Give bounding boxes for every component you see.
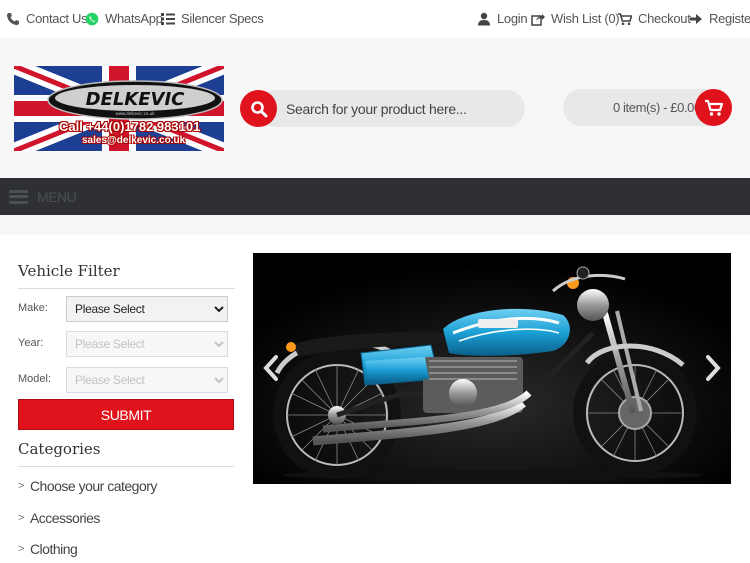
silencer-specs-label: Silencer Specs xyxy=(181,11,264,26)
category-label: Clothing xyxy=(29,541,78,557)
motorcycle-image xyxy=(253,253,731,484)
whatsapp-link[interactable]: WhatsApp xyxy=(85,11,163,26)
register-label: Register xyxy=(709,11,750,26)
share-icon xyxy=(531,13,545,26)
delkevic-logo[interactable]: DELKEVIC www.delkevic.co.uk Call +44(0)1… xyxy=(14,66,224,151)
checkout-label: Checkout xyxy=(638,11,691,26)
whatsapp-icon xyxy=(85,12,99,25)
register-link[interactable]: Register xyxy=(689,11,750,26)
silencer-specs-link[interactable]: Silencer Specs xyxy=(161,11,264,26)
menu-toggle[interactable]: MENU xyxy=(0,178,750,215)
shopping-cart-icon xyxy=(704,99,723,116)
hamburger-icon xyxy=(9,189,28,204)
chevron-right-icon: > xyxy=(18,480,24,492)
slider-next-arrow-icon[interactable] xyxy=(701,353,725,383)
model-select[interactable]: Please Select xyxy=(66,367,228,393)
category-item[interactable]: > Accessories xyxy=(18,510,100,526)
login-link[interactable]: Login xyxy=(477,11,528,26)
category-label: Choose your category xyxy=(29,478,157,494)
user-icon xyxy=(478,12,490,25)
cart-button[interactable] xyxy=(695,89,732,126)
search-icon xyxy=(250,100,267,117)
arrow-right-icon xyxy=(690,13,702,24)
category-item[interactable]: > Clothing xyxy=(18,541,78,557)
year-select[interactable]: Please Select xyxy=(66,331,228,357)
list-icon xyxy=(161,12,175,25)
model-label: Model: xyxy=(18,373,52,385)
contact-label: Contact Us xyxy=(26,11,88,26)
delkevic-badge: DELKEVIC www.delkevic.co.uk xyxy=(47,80,223,120)
checkout-link[interactable]: Checkout xyxy=(618,11,691,26)
category-label: Accessories xyxy=(29,510,100,526)
site-header: DELKEVIC www.delkevic.co.uk Call +44(0)1… xyxy=(0,38,750,178)
logo-phone: Call +44(0)1782 983101 xyxy=(59,119,201,134)
contact-link[interactable]: Contact Us xyxy=(6,11,88,26)
logo-tagline: www.delkevic.co.uk xyxy=(115,111,155,116)
search-input[interactable] xyxy=(258,90,525,127)
sidebar: Vehicle Filter Make: Please Select Year:… xyxy=(18,262,235,557)
chevron-right-icon: > xyxy=(18,543,24,555)
make-label: Make: xyxy=(18,302,48,314)
logo-email: sales@delkevic.co.uk xyxy=(82,135,186,146)
menu-label: MENU xyxy=(37,188,77,205)
slider-prev-arrow-icon[interactable] xyxy=(259,353,283,383)
wishlist-link[interactable]: Wish List (0) xyxy=(531,11,620,26)
cart-summary-text: 0 item(s) - £0.00 xyxy=(613,100,701,115)
year-label: Year: xyxy=(18,337,44,349)
logo-brand: DELKEVIC xyxy=(86,89,186,110)
make-select[interactable]: Please Select xyxy=(66,296,228,322)
phone-icon xyxy=(7,12,19,25)
submit-button[interactable]: SUBMIT xyxy=(18,399,234,430)
wishlist-label: Wish List (0) xyxy=(551,11,620,26)
login-label: Login xyxy=(497,11,528,26)
hero-slider[interactable] xyxy=(253,253,731,484)
categories-title: Categories xyxy=(18,440,234,467)
category-item[interactable]: > Choose your category xyxy=(18,478,157,494)
cart-icon xyxy=(618,12,632,25)
header-spacer xyxy=(0,215,750,235)
top-bar: Contact Us WhatsApp Silencer Specs Login… xyxy=(0,0,750,38)
whatsapp-label: WhatsApp xyxy=(105,11,163,26)
chevron-right-icon: > xyxy=(18,512,24,524)
vehicle-filter-title: Vehicle Filter xyxy=(18,262,235,289)
search-button[interactable] xyxy=(240,90,277,127)
